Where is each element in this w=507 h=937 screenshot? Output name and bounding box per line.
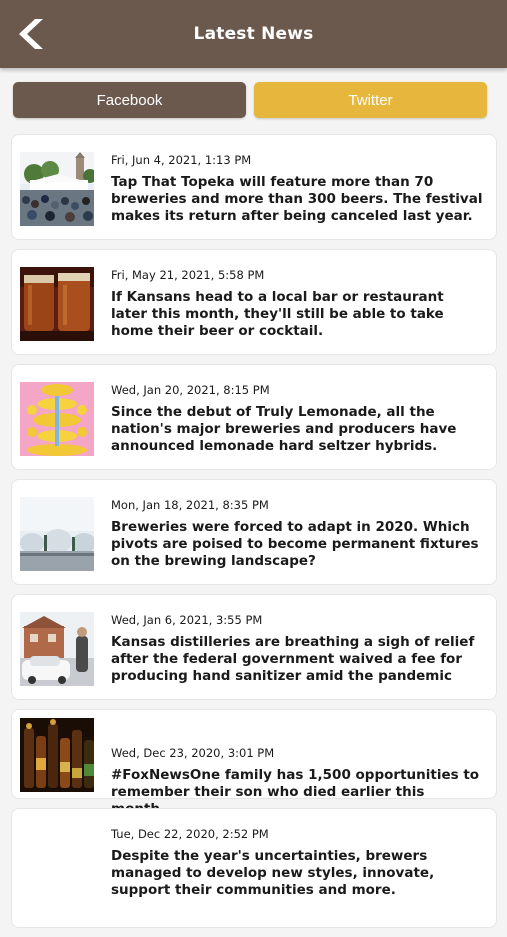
news-card[interactable]: Wed, Dec 23, 2020, 3:01 PM #FoxNewsOne f… bbox=[11, 709, 497, 817]
news-card[interactable]: Mon, Jan 18, 2021, 8:35 PM Breweries wer… bbox=[11, 479, 497, 585]
social-tabs: Facebook Twitter bbox=[13, 82, 487, 118]
news-headline: Kansas distilleries are breathing a sigh… bbox=[111, 634, 475, 684]
news-card[interactable]: Tue, Dec 22, 2020, 2:52 PM Despite the y… bbox=[11, 808, 497, 928]
news-card[interactable]: Wed, Jan 20, 2021, 8:15 PM Since the deb… bbox=[11, 364, 497, 470]
news-list: Fri, Jun 4, 2021, 1:13 PM Tap That Topek… bbox=[11, 134, 497, 937]
news-thumbnail bbox=[20, 267, 94, 341]
news-headline: Breweries were forced to adapt in 2020. … bbox=[111, 519, 479, 569]
news-headline: Despite the year's uncertainties, brewer… bbox=[111, 848, 435, 898]
news-date: Wed, Dec 23, 2020, 3:01 PM bbox=[111, 746, 275, 760]
news-headline: Since the debut of Truly Lemonade, all t… bbox=[111, 404, 457, 454]
news-date: Wed, Jan 6, 2021, 3:55 PM bbox=[111, 613, 263, 627]
news-thumbnail bbox=[20, 497, 94, 571]
tab-facebook[interactable]: Facebook bbox=[13, 82, 246, 118]
back-button[interactable] bbox=[12, 16, 48, 52]
news-thumbnail bbox=[20, 612, 94, 686]
news-thumbnail bbox=[20, 718, 94, 792]
news-date: Tue, Dec 22, 2020, 2:52 PM bbox=[111, 827, 269, 841]
news-date: Fri, May 21, 2021, 5:58 PM bbox=[111, 268, 265, 282]
news-date: Wed, Jan 20, 2021, 8:15 PM bbox=[111, 383, 270, 397]
news-date: Mon, Jan 18, 2021, 8:35 PM bbox=[111, 498, 269, 512]
news-card[interactable]: Wed, Jan 6, 2021, 3:55 PM Kansas distill… bbox=[11, 594, 497, 700]
news-thumbnail bbox=[20, 382, 94, 456]
news-headline: If Kansans head to a local bar or restau… bbox=[111, 289, 444, 339]
app-header: Latest News bbox=[0, 0, 507, 68]
chevron-left-icon bbox=[19, 19, 43, 49]
news-thumbnail bbox=[20, 152, 94, 226]
news-card[interactable]: Fri, Jun 4, 2021, 1:13 PM Tap That Topek… bbox=[11, 134, 497, 240]
page-title: Latest News bbox=[193, 24, 314, 44]
tab-twitter[interactable]: Twitter bbox=[254, 82, 487, 118]
news-headline: Tap That Topeka will feature more than 7… bbox=[111, 174, 483, 224]
news-card[interactable]: Fri, May 21, 2021, 5:58 PM If Kansans he… bbox=[11, 249, 497, 355]
news-date: Fri, Jun 4, 2021, 1:13 PM bbox=[111, 153, 252, 167]
